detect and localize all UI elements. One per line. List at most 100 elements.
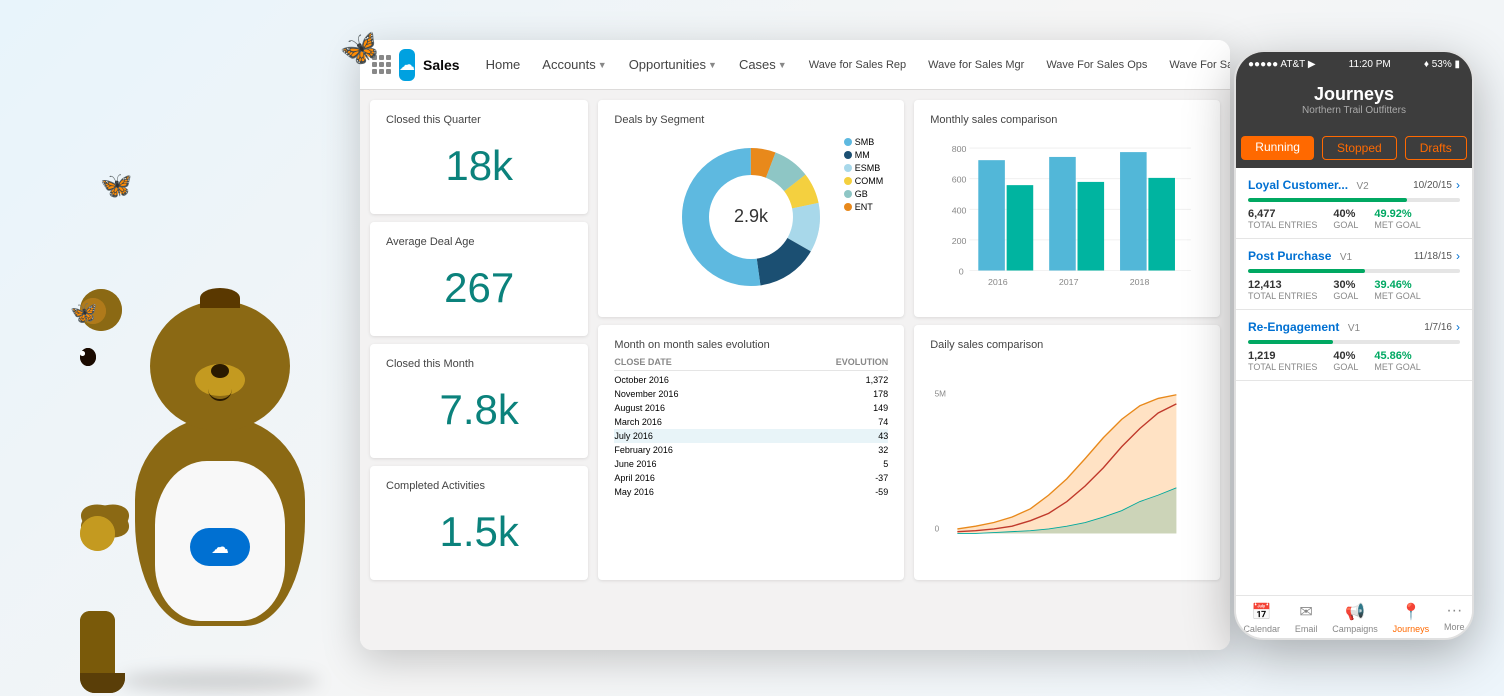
monthly-sales-title: Monthly sales comparison — [930, 114, 1204, 126]
svg-text:800: 800 — [952, 144, 967, 154]
right-column: Monthly sales comparison 800 600 400 200… — [914, 100, 1220, 580]
journey-1-progress-fill — [1248, 198, 1407, 202]
closed-quarter-value: 18k — [386, 132, 572, 200]
dashboard-grid: Closed this Quarter 18k Average Deal Age… — [370, 100, 1220, 640]
closed-month-label: Closed this Month — [386, 358, 572, 370]
col-close-date: CLOSE DATE — [614, 357, 671, 367]
journey-2-progress-bar — [1248, 269, 1460, 273]
mobile-phone: ●●●●● AT&T ▶ 11:20 PM ♦ 53% ▮ Journeys N… — [1234, 50, 1474, 640]
completed-activities-card: Completed Activities 1.5k — [370, 466, 588, 580]
phone-time: 11:20 PM — [1349, 59, 1391, 70]
campaigns-icon: 📢 — [1345, 602, 1365, 622]
phone-nav-email[interactable]: ✉ Email — [1295, 602, 1318, 634]
line-chart: 5M 0 — [930, 357, 1204, 564]
journey-2-goal: 30% — [1333, 279, 1358, 291]
phone-bottom-nav: 📅 Calendar ✉ Email 📢 Campaigns 📍 Journey… — [1236, 595, 1472, 638]
salesforce-logo[interactable]: ☁ — [399, 49, 415, 81]
nav-opportunities[interactable]: Opportunities ▼ — [619, 51, 727, 78]
phone-carrier: ●●●●● AT&T ▶ — [1248, 59, 1316, 70]
middle-column: Deals by Segment — [598, 100, 904, 580]
journey-2-stats: 12,413TOTAL ENTRIES 30%GOAL 39.46%MET GO… — [1248, 279, 1460, 301]
journey-3-met-goal: 45.86% — [1374, 350, 1420, 362]
journey-item-1[interactable]: Loyal Customer... V2 10/20/15 › 6,477TOT… — [1236, 168, 1472, 239]
tab-stopped[interactable]: Stopped — [1322, 136, 1397, 160]
chevron-right-icon-3: › — [1456, 320, 1460, 334]
journey-1-version: V2 — [1356, 181, 1368, 192]
journey-item-3[interactable]: Re-Engagement V1 1/7/16 › 1,219TOTAL ENT… — [1236, 310, 1472, 381]
nav-home[interactable]: Home — [476, 51, 531, 78]
journey-2-date: 11/18/15 — [1414, 251, 1452, 262]
journey-2-name: Post Purchase — [1248, 249, 1331, 263]
journey-1-met-goal: 49.92% — [1374, 208, 1420, 220]
table-row-highlight: July 201643 — [614, 429, 888, 443]
line-chart-svg: 5M 0 — [930, 357, 1204, 564]
bar-chart-svg: 800 600 400 200 0 — [934, 136, 1200, 297]
journey-item-2[interactable]: Post Purchase V1 11/18/15 › 12,413TOTAL … — [1236, 239, 1472, 310]
deals-segment-card: Deals by Segment — [598, 100, 904, 317]
donut-legend: SMB MM ESMB COMM GB ENT — [844, 137, 884, 212]
app-name: Sales — [423, 57, 460, 73]
nav-accounts[interactable]: Accounts ▼ — [532, 51, 616, 78]
deals-segment-title: Deals by Segment — [614, 114, 888, 126]
svg-text:0: 0 — [959, 267, 964, 277]
phone-nav-more[interactable]: ··· More — [1444, 602, 1465, 634]
calendar-icon: 📅 — [1252, 602, 1272, 622]
cloud-icon: ☁ — [399, 55, 415, 75]
desktop-window: ☁ Sales Home Accounts ▼ Opportunities ▼ … — [360, 40, 1230, 650]
table-row: April 2016-37 — [614, 471, 888, 485]
svg-text:2017: 2017 — [1059, 277, 1079, 287]
donut-chart-svg: 2.9k — [676, 142, 826, 292]
journey-1-stats: 6,477TOTAL ENTRIES 40%GOAL 49.92%MET GOA… — [1248, 208, 1460, 230]
journey-3-entries: 1,219 — [1248, 350, 1317, 362]
phone-nav-journeys[interactable]: 📍 Journeys — [1393, 602, 1430, 634]
table-row: May 2016-59 — [614, 485, 888, 499]
closed-quarter-card: Closed this Quarter 18k — [370, 100, 588, 214]
butterfly-low-icon: 🦋 — [70, 300, 97, 326]
table-row: August 2016149 — [614, 401, 888, 415]
col-evolution: EVOLUTION — [836, 357, 889, 367]
table-row: June 20165 — [614, 457, 888, 471]
completed-activities-value: 1.5k — [386, 498, 572, 566]
tab-drafts[interactable]: Drafts — [1405, 136, 1467, 160]
journey-3-stats: 1,219TOTAL ENTRIES 40%GOAL 45.86%MET GOA… — [1248, 350, 1460, 372]
more-icon: ··· — [1446, 602, 1462, 620]
phone-battery: ♦ 53% ▮ — [1424, 59, 1460, 70]
journey-3-version: V1 — [1348, 323, 1360, 334]
month-on-month-card: Month on month sales evolution CLOSE DAT… — [598, 325, 904, 580]
journey-list: Loyal Customer... V2 10/20/15 › 6,477TOT… — [1236, 168, 1472, 381]
journey-1-goal: 40% — [1333, 208, 1358, 220]
nav-wave-exec[interactable]: Wave For Sales Exec — [1159, 53, 1230, 77]
mascot: ☁ — [80, 196, 360, 696]
svg-text:2016: 2016 — [988, 277, 1008, 287]
phone-header: Journeys Northern Trail Outfitters — [1236, 76, 1472, 128]
phone-nav-campaigns[interactable]: 📢 Campaigns — [1332, 602, 1378, 634]
chevron-right-icon-1: › — [1456, 178, 1460, 192]
daily-sales-card: Daily sales comparison 5M 0 — [914, 325, 1220, 580]
journey-1-entries: 6,477 — [1248, 208, 1317, 220]
nav-cases[interactable]: Cases ▼ — [729, 51, 797, 78]
table-row: October 20161,372 — [614, 373, 888, 387]
butterfly-mid-icon: 🦋 — [100, 170, 132, 201]
metrics-column: Closed this Quarter 18k Average Deal Age… — [370, 100, 588, 580]
avg-deal-age-label: Average Deal Age — [386, 236, 572, 248]
journey-3-date: 1/7/16 — [1424, 322, 1452, 333]
chevron-right-icon-2: › — [1456, 249, 1460, 263]
completed-activities-label: Completed Activities — [386, 480, 572, 492]
table-row: February 201632 — [614, 443, 888, 457]
phone-nav-calendar[interactable]: 📅 Calendar — [1243, 602, 1280, 634]
closed-month-value: 7.8k — [386, 376, 572, 444]
svg-text:5M: 5M — [935, 390, 947, 399]
journey-2-met-goal: 39.46% — [1374, 279, 1420, 291]
journey-3-progress-bar — [1248, 340, 1460, 344]
svg-text:0: 0 — [935, 525, 940, 534]
nav-wave-mgr[interactable]: Wave for Sales Mgr — [918, 53, 1034, 77]
journey-2-progress-fill — [1248, 269, 1365, 273]
svg-text:200: 200 — [952, 236, 967, 246]
nav-wave-ops[interactable]: Wave For Sales Ops — [1036, 53, 1157, 77]
tab-running[interactable]: Running — [1241, 136, 1314, 160]
nav-wave-rep[interactable]: Wave for Sales Rep — [799, 53, 916, 77]
daily-sales-title: Daily sales comparison — [930, 339, 1204, 351]
journey-3-name: Re-Engagement — [1248, 320, 1339, 334]
journey-1-date: 10/20/15 — [1413, 180, 1452, 191]
svg-text:2018: 2018 — [1130, 277, 1150, 287]
